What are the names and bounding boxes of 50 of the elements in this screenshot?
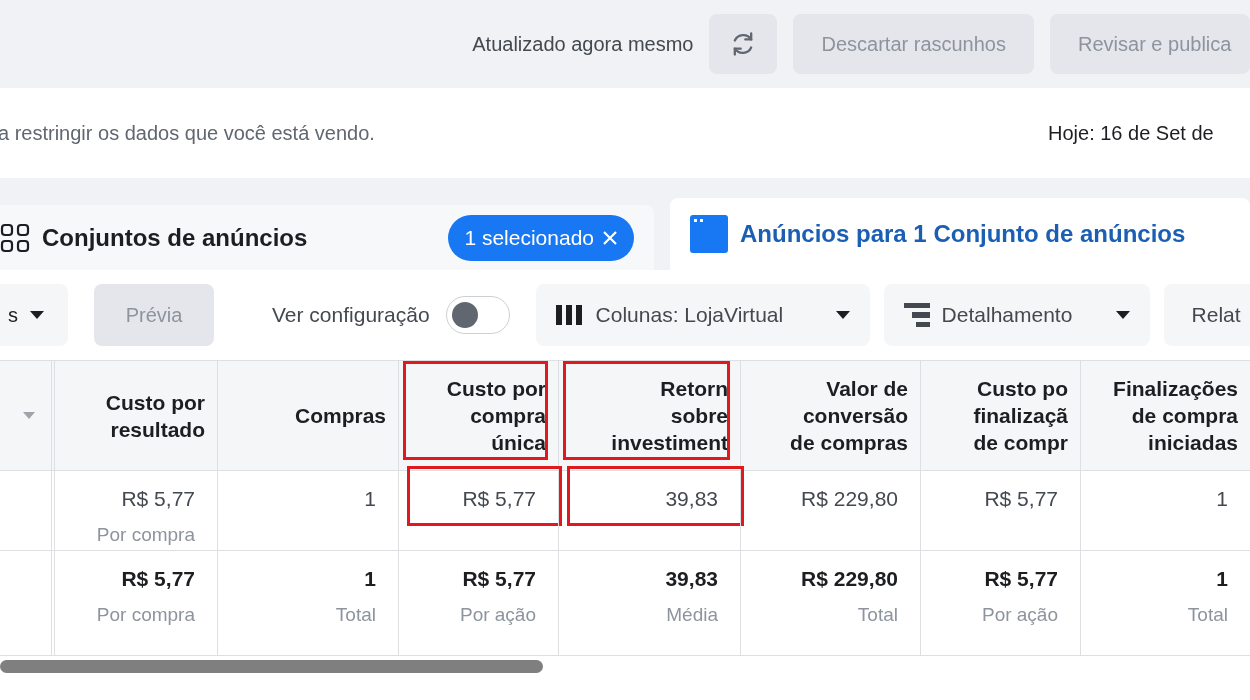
cell-caption: Total bbox=[857, 602, 898, 627]
cell-caption: Total bbox=[335, 602, 376, 627]
column-header[interactable]: Custo po finalizaçã de compr bbox=[973, 375, 1068, 456]
view-settings-switch[interactable] bbox=[445, 296, 510, 334]
scrollbar[interactable] bbox=[0, 660, 543, 673]
breakdown-icon bbox=[903, 303, 930, 327]
caret-icon bbox=[835, 310, 850, 320]
cell-caption: Por compra bbox=[96, 522, 195, 547]
table-cell-text: 1 bbox=[364, 486, 376, 512]
table-cell-text: R$ 229,80 bbox=[801, 486, 898, 512]
dropdown-button[interactable]: s bbox=[0, 284, 68, 346]
cell-caption: Por ação bbox=[459, 602, 536, 627]
column-header[interactable]: Custo por compra única bbox=[446, 375, 546, 456]
close-icon bbox=[602, 229, 618, 246]
table-cell-text: R$ 5,77 bbox=[984, 486, 1058, 512]
table-cell-text: R$ 5,77 bbox=[462, 486, 536, 512]
table-cell-text: R$ 229,80 bbox=[801, 566, 898, 592]
reports-dropdown[interactable]: Relat bbox=[1163, 284, 1250, 346]
caret-icon bbox=[1115, 310, 1130, 320]
column-header[interactable]: Compras bbox=[294, 402, 386, 429]
update-status: Atualizado agora mesmo bbox=[472, 32, 694, 57]
column-header[interactable]: Finalizações de compra iniciadas bbox=[1113, 375, 1238, 456]
breakdown-dropdown[interactable]: Detalhamento bbox=[883, 284, 1150, 346]
column-header[interactable]: Custo por resultado bbox=[105, 388, 205, 443]
table-cell-text: 1 bbox=[1216, 486, 1228, 512]
table-cell-text: 39,83 bbox=[665, 566, 718, 592]
table-cell-text: R$ 5,77 bbox=[121, 566, 195, 592]
tab[interactable]: Anúncios para 1 Conjunto de anúncios bbox=[670, 198, 1250, 270]
table-cell-text: 1 bbox=[1216, 566, 1228, 592]
cell-caption: Total bbox=[1187, 602, 1228, 627]
cell-caption: Por compra bbox=[96, 602, 195, 627]
cell-caption: Média bbox=[666, 602, 718, 627]
caret-icon bbox=[30, 310, 44, 320]
refresh-button[interactable] bbox=[709, 14, 778, 74]
column-header[interactable]: Valor de conversão de compras bbox=[790, 375, 908, 456]
column-header[interactable]: Retorn sobre investiment bbox=[611, 375, 728, 456]
tab[interactable]: Conjuntos de anúncios 1 selecionado bbox=[0, 205, 654, 270]
cell-caption: Por ação bbox=[981, 602, 1058, 627]
ad-icon bbox=[690, 215, 728, 253]
table-cell-text: R$ 5,77 bbox=[121, 486, 195, 512]
table-cell-text: 39,83 bbox=[665, 486, 718, 512]
columns-icon bbox=[555, 305, 584, 325]
toggle-label: Ver configuração bbox=[272, 302, 430, 329]
table-cell-text: 1 bbox=[364, 566, 376, 592]
table-cell-text: R$ 5,77 bbox=[984, 566, 1058, 592]
table-cell-text: R$ 5,77 bbox=[462, 566, 536, 592]
grid-icon bbox=[0, 222, 30, 253]
selection-badge[interactable]: 1 selecionado bbox=[448, 214, 634, 261]
date-range[interactable]: Hoje: 16 de Set de bbox=[1048, 118, 1250, 148]
columns-dropdown[interactable]: Colunas: LojaVirtual bbox=[535, 284, 870, 346]
